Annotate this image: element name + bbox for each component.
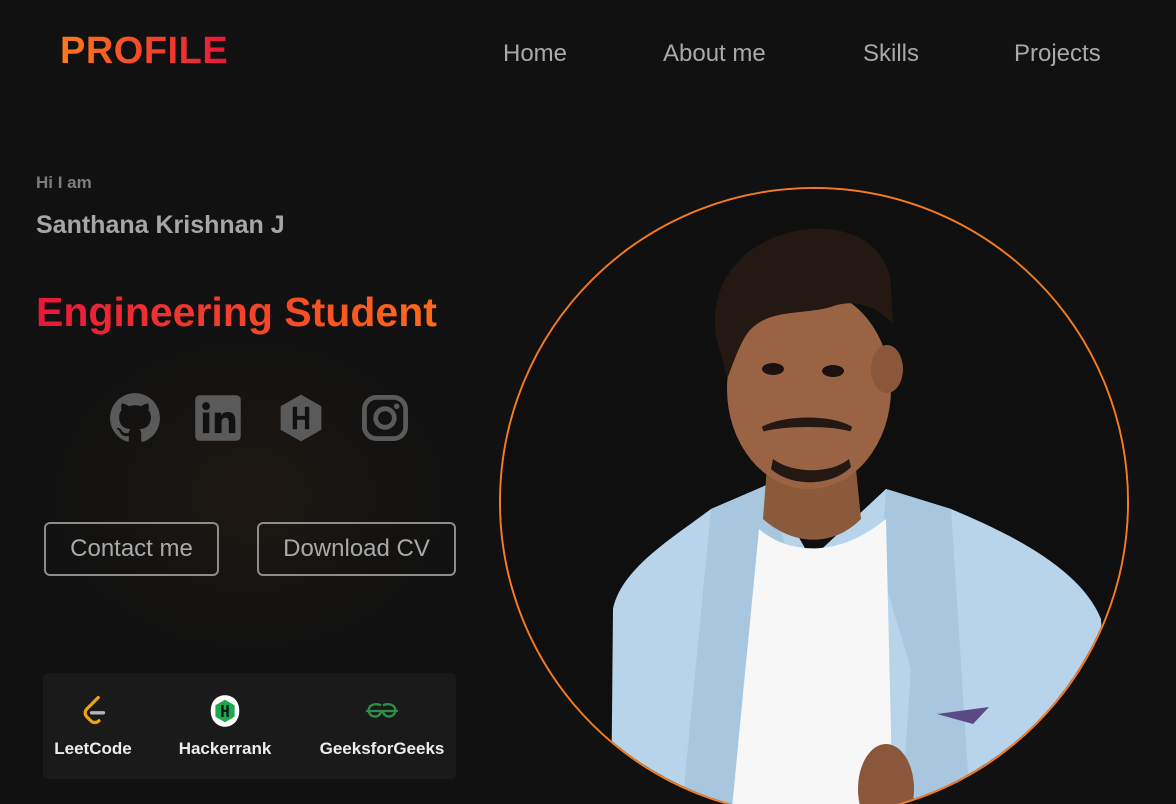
- nav-skills[interactable]: Skills: [863, 40, 919, 68]
- background-glow: [40, 330, 460, 660]
- geeksforgeeks-label: GeeksforGeeks: [319, 739, 445, 758]
- hackerrank-link[interactable]: Hackerrank: [175, 691, 275, 759]
- nav-home[interactable]: Home: [503, 40, 567, 68]
- hashnode-icon[interactable]: [275, 392, 327, 444]
- contact-me-button[interactable]: Contact me: [44, 522, 219, 576]
- profile-photo-illustration: [501, 189, 1127, 804]
- profile-name: Santhana Krishnan J: [36, 211, 285, 239]
- profile-role: Engineering Student: [36, 289, 437, 335]
- instagram-icon[interactable]: [359, 392, 411, 444]
- nav-about-me[interactable]: About me: [663, 40, 766, 68]
- greeting: Hi I am: [36, 173, 92, 192]
- leetcode-label: LeetCode: [54, 739, 132, 758]
- hackerrank-label: Hackerrank: [178, 739, 272, 758]
- top-nav: Home About me Skills Projects: [0, 40, 1176, 70]
- nav-projects[interactable]: Projects: [1014, 40, 1101, 68]
- geeksforgeeks-icon: [362, 691, 402, 731]
- profile-photo: [499, 187, 1129, 804]
- github-icon[interactable]: [109, 392, 161, 444]
- coding-platforms-card: LeetCode Hackerrank GeeksforGeeks: [43, 673, 456, 779]
- leetcode-link[interactable]: LeetCode: [53, 691, 133, 759]
- geeksforgeeks-link[interactable]: GeeksforGeeks: [315, 691, 449, 759]
- leetcode-icon: [73, 691, 113, 731]
- download-cv-button[interactable]: Download CV: [257, 522, 456, 576]
- hackerrank-icon: [205, 691, 245, 731]
- linkedin-icon[interactable]: [192, 392, 244, 444]
